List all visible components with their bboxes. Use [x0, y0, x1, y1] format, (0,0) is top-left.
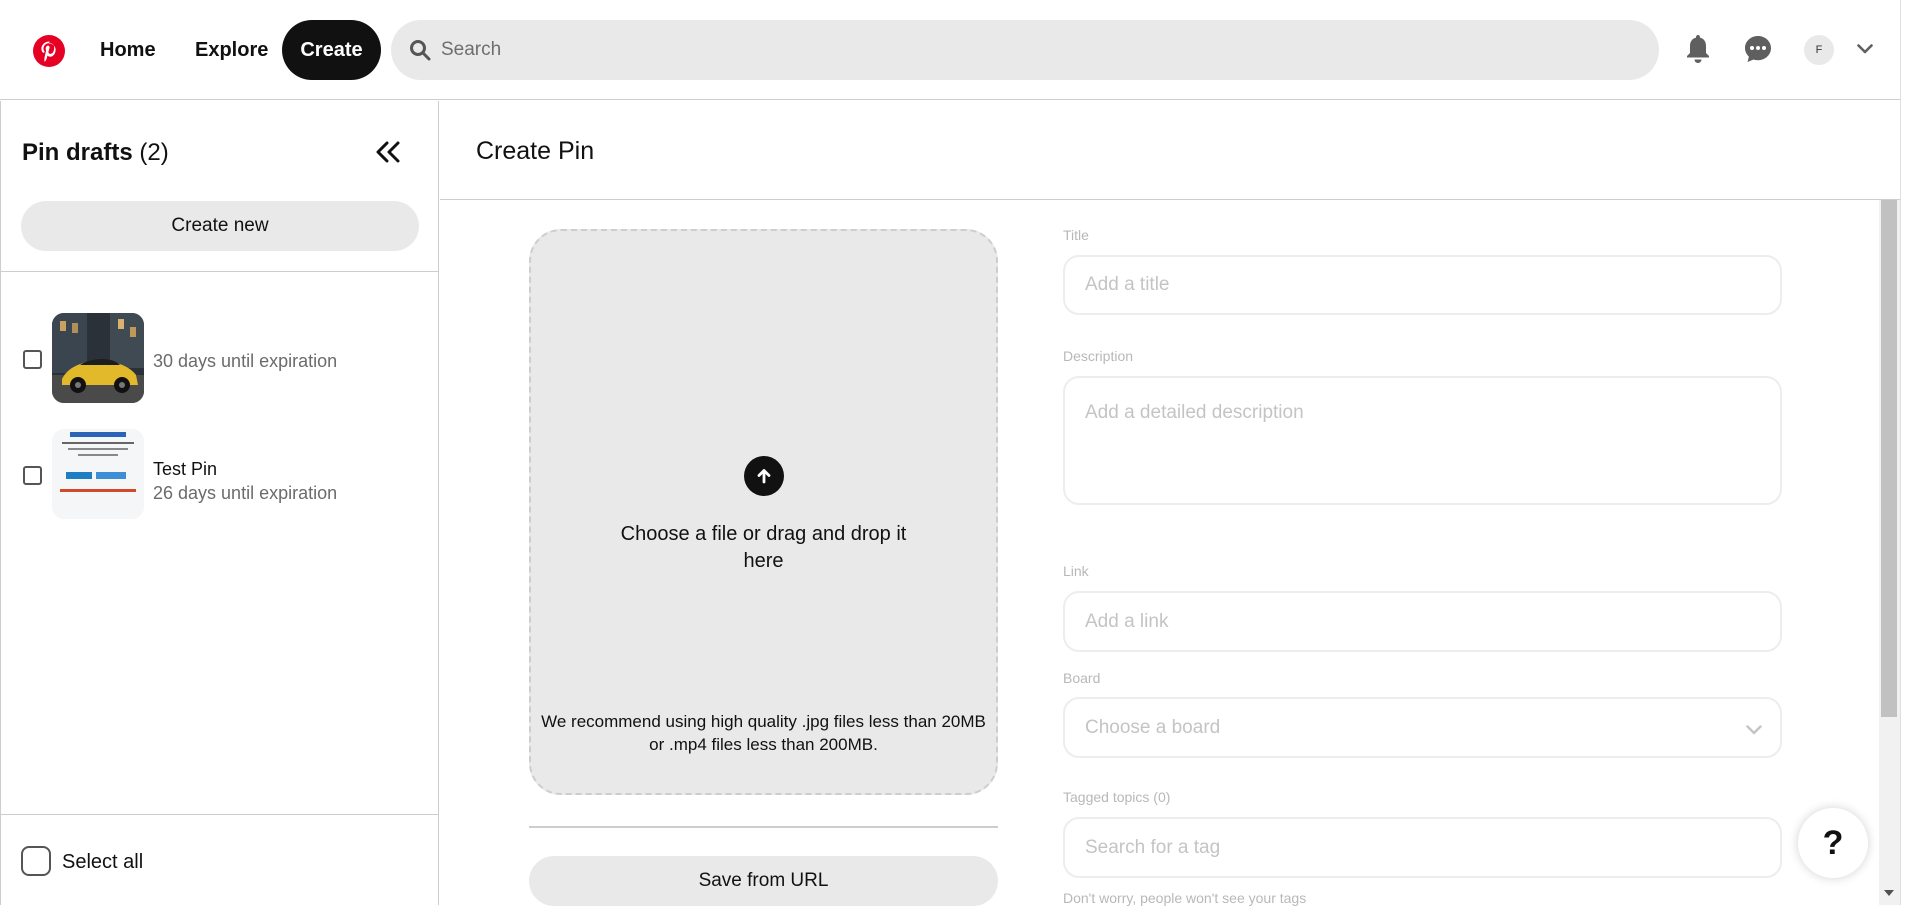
upload-prompt: Choose a file or drag and drop it here: [620, 523, 907, 572]
nav-explore[interactable]: Explore: [195, 30, 268, 70]
draft-expiration: 26 days until expiration: [153, 483, 338, 503]
search-input[interactable]: [441, 20, 1641, 80]
collapse-sidebar-icon[interactable]: [371, 135, 405, 169]
description-input[interactable]: Add a detailed description: [1063, 376, 1782, 505]
divider: [1, 271, 439, 272]
draft-expiration: 30 days until expiration: [153, 351, 338, 371]
title-input[interactable]: Add a title: [1063, 255, 1782, 315]
chevron-down-icon: [1746, 719, 1762, 735]
pinterest-logo-icon[interactable]: [32, 34, 66, 68]
draft-name: Test Pin: [153, 459, 218, 479]
description-label: Description: [1063, 348, 1134, 364]
tag-search-input[interactable]: Search for a tag: [1063, 817, 1782, 878]
draft-item[interactable]: Test Pin 26 days until expiration: [1, 429, 439, 521]
board-label: Board: [1063, 670, 1101, 686]
draft-thumbnail-certificate: [52, 429, 144, 519]
search-bar[interactable]: [391, 20, 1659, 80]
tags-label: Tagged topics (0): [1063, 789, 1171, 805]
upload-recommendation: We recommend using high quality .jpg fil…: [541, 712, 986, 754]
messages-icon[interactable]: [1741, 32, 1775, 66]
notifications-bell-icon[interactable]: [1681, 32, 1715, 66]
draft-item[interactable]: 30 days until expiration: [1, 313, 439, 405]
board-select[interactable]: Choose a board: [1063, 697, 1782, 758]
create-new-button[interactable]: Create new: [21, 201, 419, 251]
save-from-url-button[interactable]: Save from URL: [529, 856, 998, 906]
account-chevron-down-icon[interactable]: [1848, 32, 1882, 66]
select-all-label: Select all: [62, 851, 144, 873]
scrollbar-thumb[interactable]: [1881, 200, 1897, 717]
create-pin-header: Create Pin: [440, 101, 1900, 200]
file-upload-dropzone[interactable]: Choose a file or drag and drop it here W…: [529, 229, 998, 795]
search-icon: [409, 39, 431, 61]
nav-create[interactable]: Create: [282, 20, 381, 80]
divider: [529, 826, 998, 828]
drafts-title: Pin drafts (2): [22, 139, 169, 167]
upload-arrow-icon: [744, 456, 784, 496]
title-label: Title: [1063, 227, 1089, 243]
drafts-title-label: Pin drafts: [22, 139, 133, 166]
divider: [1, 814, 439, 815]
top-nav: Home Explore Create F: [0, 0, 1920, 100]
tags-hint: Don't worry, people won't see your tags: [1063, 890, 1307, 906]
draft-checkbox[interactable]: [23, 350, 42, 369]
window-edge: [1900, 0, 1920, 905]
scroll-down-arrow-icon[interactable]: [1884, 890, 1894, 896]
pin-drafts-sidebar: Pin drafts (2) Create new 30 days until …: [0, 101, 439, 905]
help-button[interactable]: ?: [1798, 808, 1868, 878]
nav-home[interactable]: Home: [100, 30, 156, 70]
drafts-count: (2): [139, 139, 169, 166]
avatar[interactable]: F: [1804, 35, 1834, 65]
page-title: Create Pin: [476, 137, 595, 165]
link-input[interactable]: Add a link: [1063, 591, 1782, 652]
select-all-checkbox[interactable]: [21, 846, 51, 876]
link-label: Link: [1063, 563, 1089, 579]
draft-checkbox[interactable]: [23, 466, 42, 485]
draft-thumbnail-car: [52, 313, 144, 403]
board-select-value: Choose a board: [1085, 716, 1221, 738]
